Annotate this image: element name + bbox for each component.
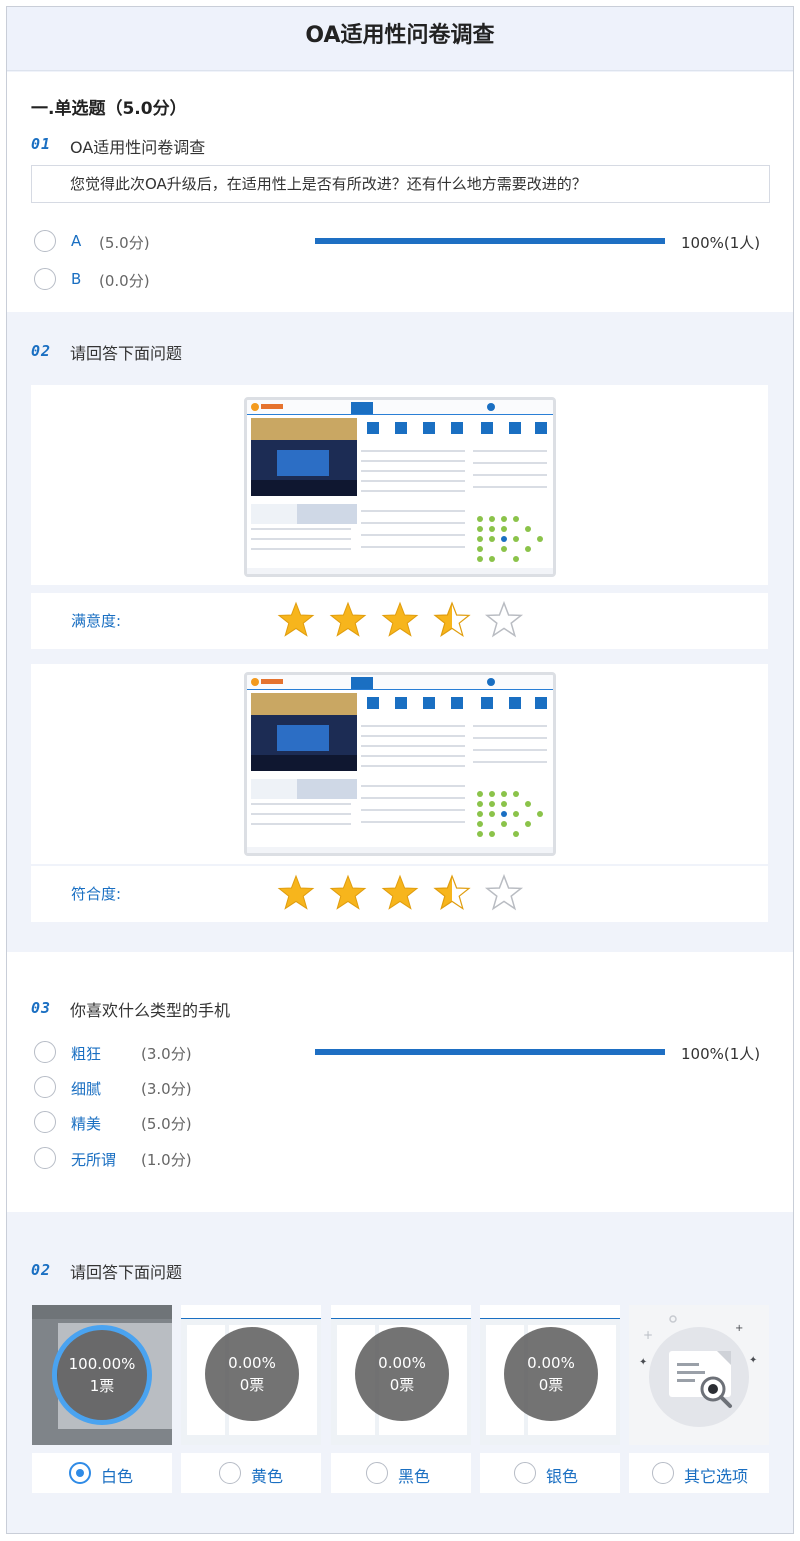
svg-text:+: +	[643, 1328, 653, 1342]
svg-text:+: +	[735, 1323, 743, 1334]
choice-option[interactable]: 银色	[480, 1453, 620, 1493]
option-score: (3.0分)	[141, 1080, 192, 1098]
choice-image[interactable]: 0.00% 0票	[331, 1305, 471, 1445]
star-icon	[278, 602, 314, 637]
question-title: 请回答下面问题	[70, 1263, 183, 1282]
choice-label: 其它选项	[684, 1467, 749, 1486]
option-score: (3.0分)	[141, 1045, 192, 1063]
vote-percent: 0.00%	[228, 1354, 276, 1372]
image-card	[31, 664, 768, 864]
vote-result-circle: 0.00% 0票	[205, 1327, 299, 1421]
half-star-icon	[434, 602, 470, 637]
choice-option[interactable]: 黄色	[181, 1453, 321, 1493]
star-rating[interactable]	[277, 874, 527, 918]
result-percent: 100%(1人)	[681, 234, 761, 252]
page-title: OA适用性问卷调查	[305, 23, 495, 48]
question-2-panel: 02 请回答下面问题 满意度: 符合度:	[7, 312, 793, 952]
star-icon	[278, 875, 314, 910]
vote-result-circle: 0.00% 0票	[504, 1327, 598, 1421]
radio-option[interactable]	[652, 1462, 674, 1484]
image-card	[31, 385, 768, 585]
question-number: 03	[31, 999, 52, 1017]
question-title: OA适用性问卷调查	[70, 138, 206, 157]
star-icon	[382, 875, 418, 910]
option-score: (5.0分)	[99, 234, 150, 252]
empty-star-icon	[486, 875, 522, 910]
result-bar-fill	[315, 1049, 665, 1055]
rating-label: 符合度:	[71, 885, 122, 903]
choice-label: 白色	[101, 1467, 134, 1486]
rating-label: 满意度:	[71, 612, 122, 630]
question-title: 请回答下面问题	[70, 344, 183, 363]
option-label: B	[71, 270, 82, 288]
oa-screenshot-image	[244, 672, 556, 856]
document-search-icon: + ✦ ✦ +	[639, 1315, 757, 1427]
option-label: 粗狂	[71, 1045, 102, 1063]
option-label: A	[71, 232, 82, 250]
radio-selected[interactable]	[69, 1462, 91, 1484]
question-1-panel: 一.单选题（5.0分） 01 OA适用性问卷调查 您觉得此次OA升级后，在适用性…	[7, 72, 793, 312]
question-number: 02	[31, 1261, 52, 1279]
vote-percent: 0.00%	[527, 1354, 575, 1372]
rating-row: 符合度:	[31, 866, 768, 922]
oa-mockup-svg	[247, 400, 553, 574]
result-bar-fill	[315, 238, 665, 244]
radio-option[interactable]	[34, 1111, 56, 1133]
radio-option[interactable]	[219, 1462, 241, 1484]
result-bar	[315, 238, 665, 244]
question-title: 你喜欢什么类型的手机	[70, 1001, 231, 1020]
question-number: 01	[31, 135, 52, 153]
option-label: 细腻	[71, 1080, 102, 1098]
vote-percent: 0.00%	[378, 1354, 426, 1372]
svg-text:✦: ✦	[639, 1357, 647, 1368]
radio-option-b[interactable]	[34, 268, 56, 290]
vote-result-circle: 100.00% 1票	[52, 1325, 152, 1425]
star-icon	[330, 602, 366, 637]
radio-option[interactable]	[514, 1462, 536, 1484]
choice-label: 黄色	[251, 1467, 284, 1486]
vote-result-circle: 0.00% 0票	[355, 1327, 449, 1421]
result-percent: 100%(1人)	[681, 1045, 761, 1063]
choice-label: 银色	[546, 1467, 579, 1486]
question-4-panel: 02 请回答下面问题 100.00% 1票 白色 0.00% 0票 黄色 0.0…	[7, 1212, 793, 1533]
star-icon	[382, 602, 418, 637]
vote-count: 1票	[89, 1377, 115, 1395]
vote-count: 0票	[389, 1376, 415, 1394]
empty-star-icon	[486, 602, 522, 637]
question-description: 您觉得此次OA升级后，在适用性上是否有所改进？还有什么地方需要改进的？	[31, 165, 770, 203]
choice-image[interactable]: 0.00% 0票	[181, 1305, 321, 1445]
option-score: (0.0分)	[99, 272, 150, 290]
choice-option[interactable]: 其它选项	[629, 1453, 769, 1493]
vote-percent: 100.00%	[68, 1355, 136, 1373]
question-3-panel: 03 你喜欢什么类型的手机 粗狂 (3.0分) 100%(1人) 细腻 (3.0…	[7, 952, 793, 1212]
option-label: 无所谓	[71, 1151, 117, 1169]
half-star-icon	[434, 875, 470, 910]
oa-screenshot-image	[244, 397, 556, 577]
radio-option-a[interactable]	[34, 230, 56, 252]
choice-label: 黑色	[398, 1467, 431, 1486]
question-number: 02	[31, 342, 52, 360]
svg-text:✦: ✦	[749, 1355, 757, 1366]
choice-image[interactable]: 0.00% 0票	[480, 1305, 620, 1445]
result-bar	[315, 1049, 665, 1055]
option-label: 精美	[71, 1115, 102, 1133]
vote-count: 0票	[239, 1376, 265, 1394]
radio-option[interactable]	[366, 1462, 388, 1484]
radio-option[interactable]	[34, 1076, 56, 1098]
radio-option[interactable]	[34, 1041, 56, 1063]
survey-frame: OA适用性问卷调查 一.单选题（5.0分） 01 OA适用性问卷调查 您觉得此次…	[6, 6, 794, 1534]
rating-row: 满意度:	[31, 593, 768, 649]
option-score: (5.0分)	[141, 1115, 192, 1133]
choice-image[interactable]: 100.00% 1票	[32, 1305, 172, 1445]
section-title: 一.单选题（5.0分）	[31, 99, 187, 119]
choice-option[interactable]: 黑色	[331, 1453, 471, 1493]
star-icon	[330, 875, 366, 910]
choice-option[interactable]: 白色	[32, 1453, 172, 1493]
other-option-image[interactable]: + ✦ ✦ +	[629, 1305, 769, 1445]
vote-count: 0票	[538, 1376, 564, 1394]
page-header: OA适用性问卷调查	[7, 7, 793, 71]
radio-option[interactable]	[34, 1147, 56, 1169]
star-rating[interactable]	[277, 601, 527, 645]
option-score: (1.0分)	[141, 1151, 192, 1169]
